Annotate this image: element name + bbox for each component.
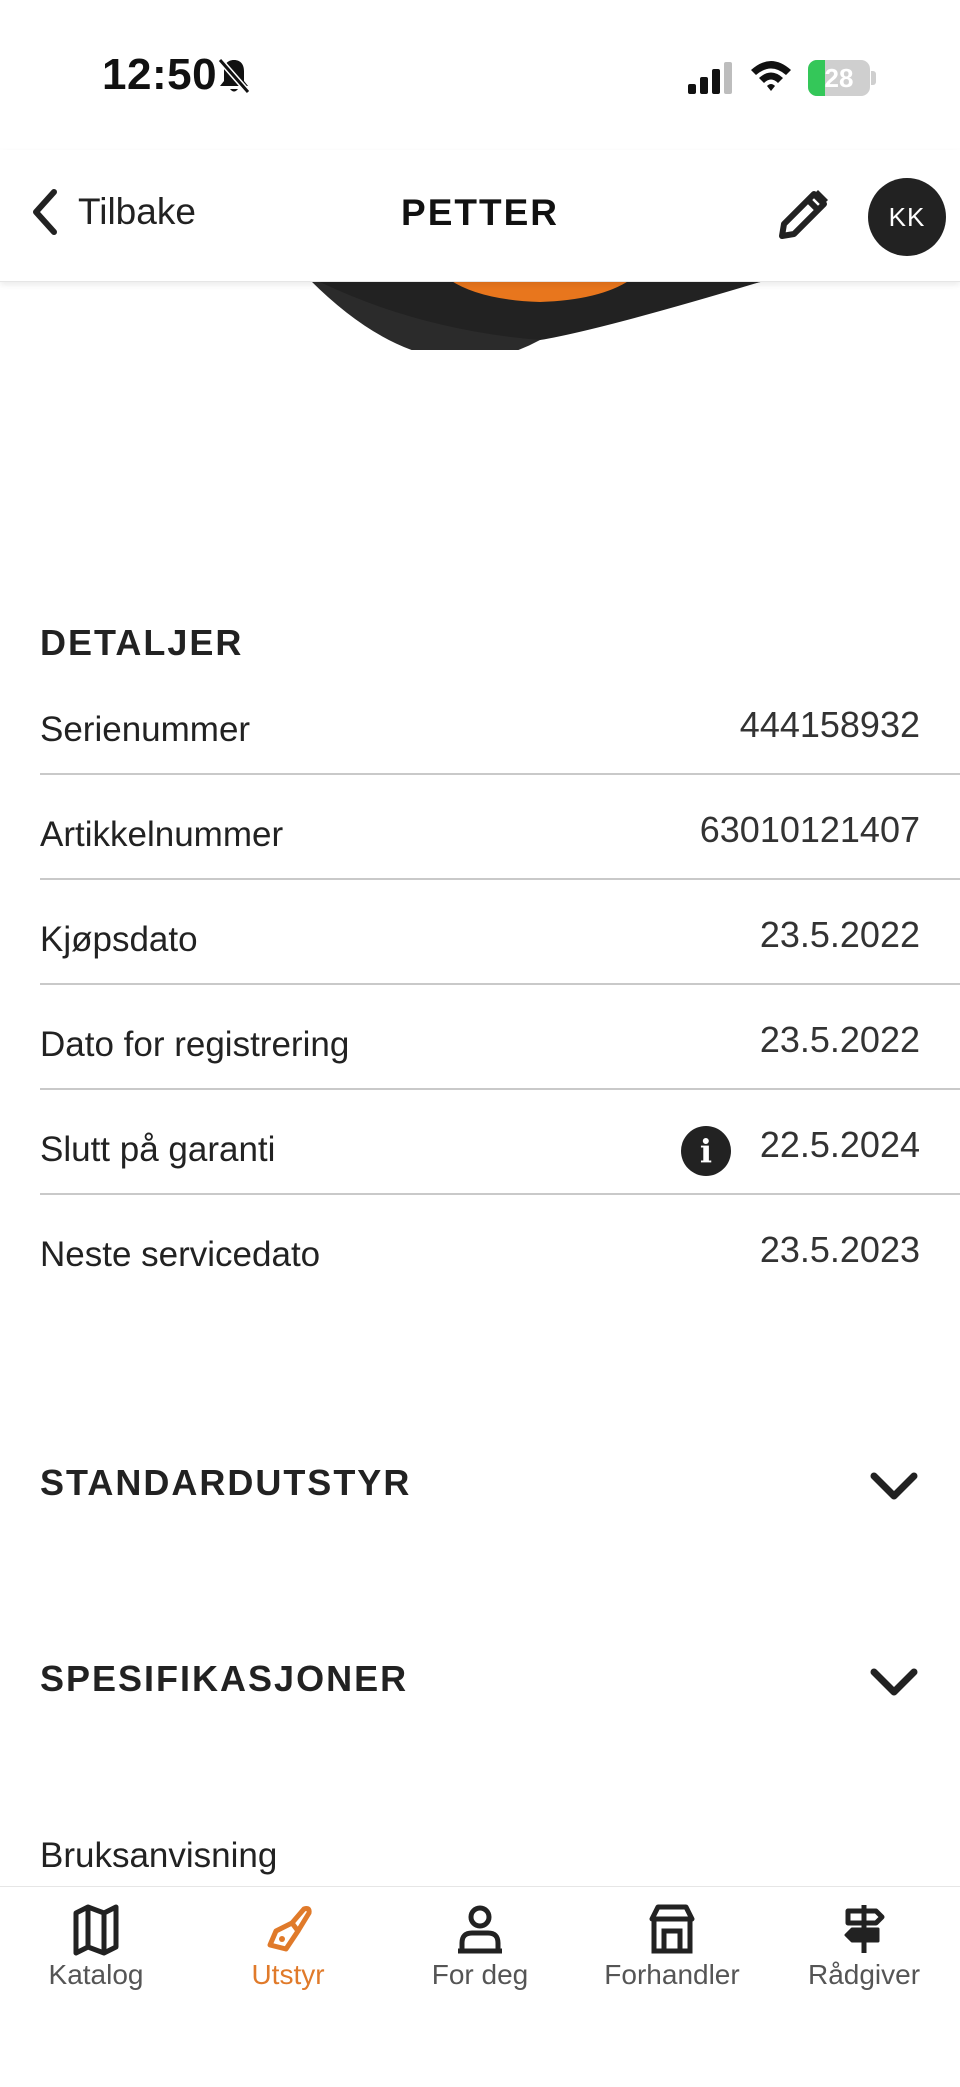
- back-label: Tilbake: [78, 191, 196, 232]
- details-heading: DETALJER: [40, 622, 244, 663]
- map-icon: [73, 1904, 119, 1956]
- detail-row-serial-number: Serienummer 444158932: [40, 670, 960, 775]
- tab-forhandler[interactable]: Forhandler: [576, 1887, 768, 2027]
- tab-label: Rådgiver: [807, 1959, 921, 1990]
- detail-row-purchase-date: Kjøpsdato 23.5.2022: [40, 880, 960, 985]
- tab-label: Utstyr: [251, 1959, 325, 1990]
- detail-value: 23.5.2022: [759, 914, 920, 955]
- battery-indicator: 28: [808, 60, 876, 96]
- back-button[interactable]: Tilbake: [28, 180, 196, 244]
- chainsaw-icon: [267, 1906, 312, 1952]
- tab-katalog[interactable]: Katalog: [0, 1887, 192, 2027]
- chevron-left-icon: [33, 189, 57, 235]
- detail-label: Dato for registrering: [40, 1025, 350, 1064]
- info-icon[interactable]: i: [681, 1126, 731, 1176]
- tab-utstyr[interactable]: Utstyr: [192, 1887, 384, 2027]
- accordion-title: STANDARDUTSTYR: [40, 1462, 412, 1503]
- detail-row-warranty-end: Slutt på garanti i 22.5.2024: [40, 1090, 960, 1195]
- battery-percentage: 28: [824, 63, 854, 93]
- store-icon: [649, 1904, 695, 1954]
- manual-link[interactable]: Bruksanvisning: [40, 1836, 277, 1876]
- accordion-standard-equipment[interactable]: STANDARDUTSTYR: [0, 1430, 960, 1540]
- detail-row-article-number: Artikkelnummer 63010121407: [40, 775, 960, 880]
- tab-radgiver[interactable]: Rådgiver: [768, 1887, 960, 2027]
- detail-label: Artikkelnummer: [40, 815, 284, 854]
- tab-bar: Katalog Utstyr For deg Forhandler Rådgiv…: [0, 1886, 960, 2087]
- detail-value: 63010121407: [699, 809, 920, 850]
- chevron-down-icon: [870, 1668, 918, 1696]
- detail-value: 22.5.2024: [759, 1124, 920, 1165]
- cellular-signal-icon: [688, 62, 732, 94]
- tab-label: Forhandler: [604, 1959, 740, 1990]
- detail-label: Neste servicedato: [40, 1235, 321, 1274]
- detail-label: Serienummer: [40, 710, 251, 749]
- accordion-title: SPESIFIKASJONER: [40, 1658, 409, 1699]
- status-time: 12:50: [102, 50, 218, 99]
- navigation-bar: Tilbake PETTER KK: [0, 150, 960, 282]
- tab-label: Katalog: [48, 1959, 144, 1990]
- wifi-icon: [751, 61, 791, 91]
- detail-row-registration-date: Dato for registrering 23.5.2022: [40, 985, 960, 1090]
- signpost-icon: [844, 1905, 885, 1953]
- tab-for-deg[interactable]: For deg: [384, 1887, 576, 2027]
- pencil-icon[interactable]: [770, 182, 836, 248]
- detail-label: Slutt på garanti: [40, 1130, 276, 1169]
- chevron-down-icon: [870, 1472, 918, 1500]
- detail-row-next-service: Neste servicedato 23.5.2023: [40, 1195, 960, 1300]
- bell-muted-icon: [217, 58, 251, 94]
- page-title: PETTER: [401, 192, 559, 233]
- tab-label: For deg: [431, 1959, 529, 1990]
- detail-value: 444158932: [739, 704, 920, 745]
- avatar[interactable]: KK: [868, 178, 946, 256]
- detail-value: 23.5.2023: [759, 1229, 920, 1270]
- detail-value: 23.5.2022: [759, 1019, 920, 1060]
- detail-label: Kjøpsdato: [40, 920, 198, 959]
- person-icon: [458, 1905, 502, 1954]
- status-bar: 12:50 28: [0, 0, 960, 150]
- accordion-specifications[interactable]: SPESIFIKASJONER: [0, 1626, 960, 1736]
